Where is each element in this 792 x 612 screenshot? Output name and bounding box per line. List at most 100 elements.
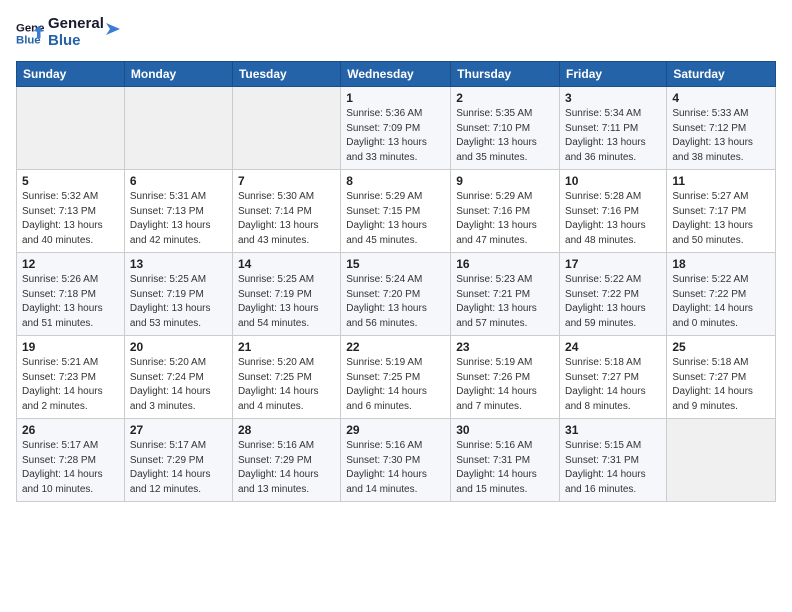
day-info: Sunrise: 5:18 AM Sunset: 7:27 PM Dayligh… [565,356,661,414]
calendar-week-row: 12Sunrise: 5:26 AM Sunset: 7:18 PM Dayli… [17,253,776,336]
day-info: Sunrise: 5:23 AM Sunset: 7:21 PM Dayligh… [456,273,554,331]
day-info: Sunrise: 5:32 AM Sunset: 7:13 PM Dayligh… [22,190,119,248]
day-number: 10 [565,174,661,188]
calendar-day-cell: 27 Sunrise: 5:17 AM Sunset: 7:29 PM Dayli… [124,419,232,502]
day-number: 14 [238,257,335,271]
calendar-day-cell: 10 Sunrise: 5:28 AM Sunset: 7:16 PM Dayli… [560,170,667,253]
calendar-body: 1 Sunrise: 5:36 AM Sunset: 7:09 PM Daylig… [17,87,776,502]
calendar-day-cell: 28 Sunrise: 5:16 AM Sunset: 7:29 PM Dayli… [232,419,340,502]
day-info: Sunrise: 5:18 AM Sunset: 7:27 PM Dayligh… [672,356,770,414]
logo: General Blue General Blue [16,16,120,49]
weekday-header-cell: Sunday [17,62,125,87]
day-number: 6 [130,174,227,188]
day-number: 16 [456,257,554,271]
calendar-day-cell: 20 Sunrise: 5:20 AM Sunset: 7:24 PM Dayli… [124,336,232,419]
day-number: 19 [22,340,119,354]
day-number: 20 [130,340,227,354]
day-number: 2 [456,91,554,105]
day-info: Sunrise: 5:29 AM Sunset: 7:15 PM Dayligh… [346,190,445,248]
calendar-day-cell: 4Sunrise: 5:33 AM Sunset: 7:12 PM Daylig… [667,87,776,170]
logo-text-line1: General [48,16,104,33]
day-number: 31 [565,423,661,437]
calendar-day-cell [124,87,232,170]
calendar-day-cell [17,87,125,170]
weekday-header-cell: Thursday [451,62,560,87]
calendar-day-cell: 13 Sunrise: 5:25 AM Sunset: 7:19 PM Dayli… [124,253,232,336]
day-number: 4 [672,91,770,105]
day-number: 13 [130,257,227,271]
weekday-header-row: SundayMondayTuesdayWednesdayThursdayFrid… [17,62,776,87]
calendar-day-cell: 1 Sunrise: 5:36 AM Sunset: 7:09 PM Daylig… [341,87,451,170]
day-info: Sunrise: 5:28 AM Sunset: 7:16 PM Dayligh… [565,190,661,248]
day-number: 22 [346,340,445,354]
day-info: Sunrise: 5:29 AM Sunset: 7:16 PM Dayligh… [456,190,554,248]
calendar-day-cell: 14 Sunrise: 5:25 AM Sunset: 7:19 PM Dayli… [232,253,340,336]
day-info: Sunrise: 5:22 AM Sunset: 7:22 PM Dayligh… [672,273,770,331]
day-number: 15 [346,257,445,271]
calendar-day-cell: 15Sunrise: 5:24 AM Sunset: 7:20 PM Dayli… [341,253,451,336]
day-info: Sunrise: 5:21 AM Sunset: 7:23 PM Dayligh… [22,356,119,414]
day-number: 26 [22,423,119,437]
calendar-day-cell: 3Sunrise: 5:34 AM Sunset: 7:11 PM Daylig… [560,87,667,170]
calendar-day-cell: 8 Sunrise: 5:29 AM Sunset: 7:15 PM Daylig… [341,170,451,253]
day-info: Sunrise: 5:36 AM Sunset: 7:09 PM Dayligh… [346,107,445,165]
calendar-week-row: 26 Sunrise: 5:17 AM Sunset: 7:28 PM Dayli… [17,419,776,502]
calendar-day-cell: 26 Sunrise: 5:17 AM Sunset: 7:28 PM Dayli… [17,419,125,502]
calendar-day-cell: 5 Sunrise: 5:32 AM Sunset: 7:13 PM Daylig… [17,170,125,253]
day-number: 30 [456,423,554,437]
day-info: Sunrise: 5:20 AM Sunset: 7:25 PM Dayligh… [238,356,335,414]
weekday-header-cell: Monday [124,62,232,87]
calendar-week-row: 1 Sunrise: 5:36 AM Sunset: 7:09 PM Daylig… [17,87,776,170]
calendar-table: SundayMondayTuesdayWednesdayThursdayFrid… [16,61,776,502]
calendar-day-cell: 30 Sunrise: 5:16 AM Sunset: 7:31 PM Dayli… [451,419,560,502]
weekday-header-cell: Wednesday [341,62,451,87]
day-info: Sunrise: 5:17 AM Sunset: 7:29 PM Dayligh… [130,439,227,497]
day-info: Sunrise: 5:25 AM Sunset: 7:19 PM Dayligh… [238,273,335,331]
day-number: 8 [346,174,445,188]
day-info: Sunrise: 5:16 AM Sunset: 7:30 PM Dayligh… [346,439,445,497]
day-info: Sunrise: 5:16 AM Sunset: 7:31 PM Dayligh… [456,439,554,497]
calendar-day-cell: 11Sunrise: 5:27 AM Sunset: 7:17 PM Dayli… [667,170,776,253]
calendar-day-cell: 25 Sunrise: 5:18 AM Sunset: 7:27 PM Dayli… [667,336,776,419]
day-number: 25 [672,340,770,354]
calendar-day-cell: 6 Sunrise: 5:31 AM Sunset: 7:13 PM Daylig… [124,170,232,253]
day-info: Sunrise: 5:17 AM Sunset: 7:28 PM Dayligh… [22,439,119,497]
calendar-day-cell: 29 Sunrise: 5:16 AM Sunset: 7:30 PM Dayli… [341,419,451,502]
day-info: Sunrise: 5:27 AM Sunset: 7:17 PM Dayligh… [672,190,770,248]
calendar-week-row: 19 Sunrise: 5:21 AM Sunset: 7:23 PM Dayli… [17,336,776,419]
calendar-day-cell: 18Sunrise: 5:22 AM Sunset: 7:22 PM Dayli… [667,253,776,336]
day-number: 9 [456,174,554,188]
calendar-day-cell [667,419,776,502]
calendar-day-cell: 24 Sunrise: 5:18 AM Sunset: 7:27 PM Dayli… [560,336,667,419]
day-number: 29 [346,423,445,437]
day-number: 27 [130,423,227,437]
calendar-header: General Blue General Blue [16,16,776,49]
day-number: 12 [22,257,119,271]
calendar-day-cell: 9 Sunrise: 5:29 AM Sunset: 7:16 PM Daylig… [451,170,560,253]
calendar-day-cell: 19 Sunrise: 5:21 AM Sunset: 7:23 PM Dayli… [17,336,125,419]
weekday-header-cell: Saturday [667,62,776,87]
calendar-day-cell: 2Sunrise: 5:35 AM Sunset: 7:10 PM Daylig… [451,87,560,170]
day-number: 28 [238,423,335,437]
day-info: Sunrise: 5:25 AM Sunset: 7:19 PM Dayligh… [130,273,227,331]
calendar-day-cell: 17Sunrise: 5:22 AM Sunset: 7:22 PM Dayli… [560,253,667,336]
calendar-day-cell: 21 Sunrise: 5:20 AM Sunset: 7:25 PM Dayli… [232,336,340,419]
weekday-header-cell: Tuesday [232,62,340,87]
day-info: Sunrise: 5:19 AM Sunset: 7:26 PM Dayligh… [456,356,554,414]
day-info: Sunrise: 5:30 AM Sunset: 7:14 PM Dayligh… [238,190,335,248]
day-info: Sunrise: 5:20 AM Sunset: 7:24 PM Dayligh… [130,356,227,414]
day-number: 23 [456,340,554,354]
logo-arrow-icon [100,19,120,39]
day-number: 5 [22,174,119,188]
weekday-header-cell: Friday [560,62,667,87]
day-info: Sunrise: 5:16 AM Sunset: 7:29 PM Dayligh… [238,439,335,497]
svg-text:Blue: Blue [16,34,41,46]
calendar-day-cell: 22 Sunrise: 5:19 AM Sunset: 7:25 PM Dayli… [341,336,451,419]
day-number: 1 [346,91,445,105]
day-info: Sunrise: 5:31 AM Sunset: 7:13 PM Dayligh… [130,190,227,248]
logo-text-line2: Blue [48,33,104,50]
day-number: 24 [565,340,661,354]
logo-icon: General Blue [16,19,44,47]
day-number: 21 [238,340,335,354]
day-info: Sunrise: 5:19 AM Sunset: 7:25 PM Dayligh… [346,356,445,414]
